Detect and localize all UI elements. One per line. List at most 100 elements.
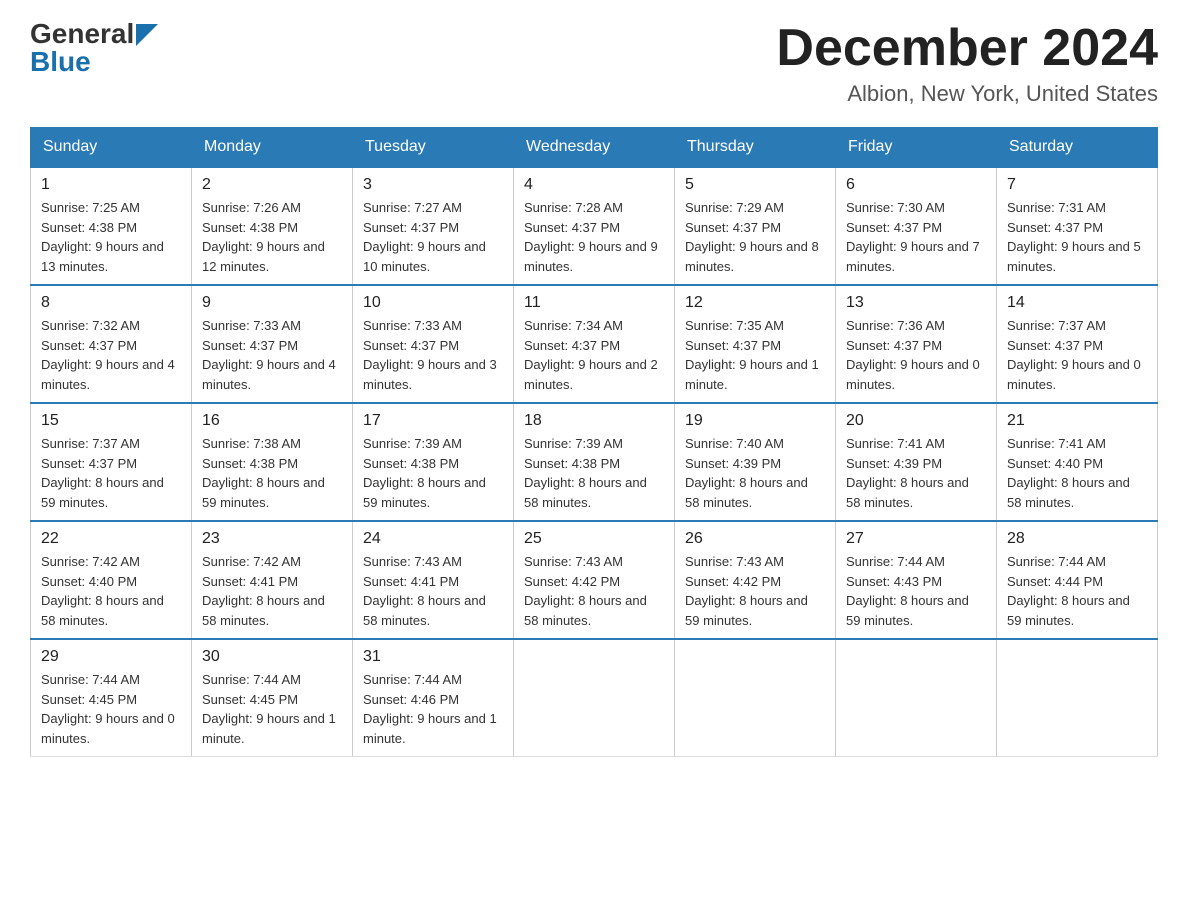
calendar-day-cell: 9 Sunrise: 7:33 AMSunset: 4:37 PMDayligh… xyxy=(192,285,353,403)
calendar-week-row: 22 Sunrise: 7:42 AMSunset: 4:40 PMDaylig… xyxy=(31,521,1158,639)
day-number: 2 xyxy=(202,176,342,194)
calendar-day-cell: 18 Sunrise: 7:39 AMSunset: 4:38 PMDaylig… xyxy=(514,403,675,521)
calendar-day-cell xyxy=(514,639,675,757)
day-of-week-header: Friday xyxy=(836,128,997,168)
day-info: Sunrise: 7:43 AMSunset: 4:42 PMDaylight:… xyxy=(524,552,664,630)
location-title: Albion, New York, United States xyxy=(776,81,1158,107)
calendar-week-row: 1 Sunrise: 7:25 AMSunset: 4:38 PMDayligh… xyxy=(31,167,1158,285)
day-number: 23 xyxy=(202,530,342,548)
day-info: Sunrise: 7:25 AMSunset: 4:38 PMDaylight:… xyxy=(41,198,181,276)
day-number: 10 xyxy=(363,294,503,312)
day-number: 1 xyxy=(41,176,181,194)
calendar-day-cell: 8 Sunrise: 7:32 AMSunset: 4:37 PMDayligh… xyxy=(31,285,192,403)
day-info: Sunrise: 7:37 AMSunset: 4:37 PMDaylight:… xyxy=(1007,316,1147,394)
day-info: Sunrise: 7:41 AMSunset: 4:40 PMDaylight:… xyxy=(1007,434,1147,512)
calendar-day-cell: 26 Sunrise: 7:43 AMSunset: 4:42 PMDaylig… xyxy=(675,521,836,639)
calendar-day-cell: 3 Sunrise: 7:27 AMSunset: 4:37 PMDayligh… xyxy=(353,167,514,285)
day-of-week-header: Sunday xyxy=(31,128,192,168)
day-info: Sunrise: 7:41 AMSunset: 4:39 PMDaylight:… xyxy=(846,434,986,512)
day-number: 16 xyxy=(202,412,342,430)
day-of-week-header: Wednesday xyxy=(514,128,675,168)
day-info: Sunrise: 7:34 AMSunset: 4:37 PMDaylight:… xyxy=(524,316,664,394)
day-info: Sunrise: 7:38 AMSunset: 4:38 PMDaylight:… xyxy=(202,434,342,512)
day-number: 29 xyxy=(41,648,181,666)
day-number: 24 xyxy=(363,530,503,548)
day-number: 30 xyxy=(202,648,342,666)
calendar-day-cell: 24 Sunrise: 7:43 AMSunset: 4:41 PMDaylig… xyxy=(353,521,514,639)
day-of-week-header: Tuesday xyxy=(353,128,514,168)
calendar-day-cell: 31 Sunrise: 7:44 AMSunset: 4:46 PMDaylig… xyxy=(353,639,514,757)
day-info: Sunrise: 7:39 AMSunset: 4:38 PMDaylight:… xyxy=(524,434,664,512)
day-info: Sunrise: 7:37 AMSunset: 4:37 PMDaylight:… xyxy=(41,434,181,512)
day-number: 6 xyxy=(846,176,986,194)
day-number: 17 xyxy=(363,412,503,430)
day-info: Sunrise: 7:29 AMSunset: 4:37 PMDaylight:… xyxy=(685,198,825,276)
calendar-day-cell: 6 Sunrise: 7:30 AMSunset: 4:37 PMDayligh… xyxy=(836,167,997,285)
day-number: 27 xyxy=(846,530,986,548)
day-info: Sunrise: 7:39 AMSunset: 4:38 PMDaylight:… xyxy=(363,434,503,512)
day-number: 8 xyxy=(41,294,181,312)
calendar-day-cell: 16 Sunrise: 7:38 AMSunset: 4:38 PMDaylig… xyxy=(192,403,353,521)
calendar-week-row: 8 Sunrise: 7:32 AMSunset: 4:37 PMDayligh… xyxy=(31,285,1158,403)
calendar-day-cell: 27 Sunrise: 7:44 AMSunset: 4:43 PMDaylig… xyxy=(836,521,997,639)
calendar-day-cell: 7 Sunrise: 7:31 AMSunset: 4:37 PMDayligh… xyxy=(997,167,1158,285)
logo: General Blue xyxy=(30,20,158,76)
calendar-day-cell xyxy=(997,639,1158,757)
calendar-day-cell: 19 Sunrise: 7:40 AMSunset: 4:39 PMDaylig… xyxy=(675,403,836,521)
calendar-week-row: 15 Sunrise: 7:37 AMSunset: 4:37 PMDaylig… xyxy=(31,403,1158,521)
day-number: 18 xyxy=(524,412,664,430)
calendar-day-cell: 5 Sunrise: 7:29 AMSunset: 4:37 PMDayligh… xyxy=(675,167,836,285)
day-info: Sunrise: 7:27 AMSunset: 4:37 PMDaylight:… xyxy=(363,198,503,276)
calendar-day-cell: 28 Sunrise: 7:44 AMSunset: 4:44 PMDaylig… xyxy=(997,521,1158,639)
day-number: 22 xyxy=(41,530,181,548)
day-number: 4 xyxy=(524,176,664,194)
day-number: 14 xyxy=(1007,294,1147,312)
calendar-week-row: 29 Sunrise: 7:44 AMSunset: 4:45 PMDaylig… xyxy=(31,639,1158,757)
day-info: Sunrise: 7:44 AMSunset: 4:43 PMDaylight:… xyxy=(846,552,986,630)
day-info: Sunrise: 7:40 AMSunset: 4:39 PMDaylight:… xyxy=(685,434,825,512)
day-number: 7 xyxy=(1007,176,1147,194)
day-number: 15 xyxy=(41,412,181,430)
day-info: Sunrise: 7:26 AMSunset: 4:38 PMDaylight:… xyxy=(202,198,342,276)
calendar-day-cell: 22 Sunrise: 7:42 AMSunset: 4:40 PMDaylig… xyxy=(31,521,192,639)
calendar-day-cell xyxy=(675,639,836,757)
month-title: December 2024 xyxy=(776,20,1158,77)
calendar-day-cell: 15 Sunrise: 7:37 AMSunset: 4:37 PMDaylig… xyxy=(31,403,192,521)
day-number: 11 xyxy=(524,294,664,312)
logo-arrow-icon xyxy=(136,24,158,46)
calendar-day-cell: 23 Sunrise: 7:42 AMSunset: 4:41 PMDaylig… xyxy=(192,521,353,639)
day-of-week-header: Saturday xyxy=(997,128,1158,168)
day-info: Sunrise: 7:44 AMSunset: 4:45 PMDaylight:… xyxy=(202,670,342,748)
day-number: 21 xyxy=(1007,412,1147,430)
day-info: Sunrise: 7:44 AMSunset: 4:44 PMDaylight:… xyxy=(1007,552,1147,630)
day-of-week-header: Thursday xyxy=(675,128,836,168)
title-block: December 2024 Albion, New York, United S… xyxy=(776,20,1158,107)
day-number: 20 xyxy=(846,412,986,430)
day-number: 3 xyxy=(363,176,503,194)
day-info: Sunrise: 7:36 AMSunset: 4:37 PMDaylight:… xyxy=(846,316,986,394)
calendar-day-cell: 21 Sunrise: 7:41 AMSunset: 4:40 PMDaylig… xyxy=(997,403,1158,521)
logo-general-text: General xyxy=(30,20,134,48)
day-number: 9 xyxy=(202,294,342,312)
day-number: 12 xyxy=(685,294,825,312)
calendar-header-row: SundayMondayTuesdayWednesdayThursdayFrid… xyxy=(31,128,1158,168)
logo-blue-text: Blue xyxy=(30,48,91,76)
day-info: Sunrise: 7:28 AMSunset: 4:37 PMDaylight:… xyxy=(524,198,664,276)
day-info: Sunrise: 7:32 AMSunset: 4:37 PMDaylight:… xyxy=(41,316,181,394)
calendar-day-cell: 2 Sunrise: 7:26 AMSunset: 4:38 PMDayligh… xyxy=(192,167,353,285)
day-info: Sunrise: 7:44 AMSunset: 4:45 PMDaylight:… xyxy=(41,670,181,748)
day-number: 13 xyxy=(846,294,986,312)
calendar-day-cell: 25 Sunrise: 7:43 AMSunset: 4:42 PMDaylig… xyxy=(514,521,675,639)
calendar-day-cell: 1 Sunrise: 7:25 AMSunset: 4:38 PMDayligh… xyxy=(31,167,192,285)
day-number: 28 xyxy=(1007,530,1147,548)
day-info: Sunrise: 7:44 AMSunset: 4:46 PMDaylight:… xyxy=(363,670,503,748)
day-info: Sunrise: 7:43 AMSunset: 4:42 PMDaylight:… xyxy=(685,552,825,630)
day-of-week-header: Monday xyxy=(192,128,353,168)
day-number: 19 xyxy=(685,412,825,430)
calendar-day-cell: 4 Sunrise: 7:28 AMSunset: 4:37 PMDayligh… xyxy=(514,167,675,285)
calendar-day-cell: 30 Sunrise: 7:44 AMSunset: 4:45 PMDaylig… xyxy=(192,639,353,757)
day-info: Sunrise: 7:43 AMSunset: 4:41 PMDaylight:… xyxy=(363,552,503,630)
calendar-day-cell: 20 Sunrise: 7:41 AMSunset: 4:39 PMDaylig… xyxy=(836,403,997,521)
day-number: 25 xyxy=(524,530,664,548)
day-number: 5 xyxy=(685,176,825,194)
